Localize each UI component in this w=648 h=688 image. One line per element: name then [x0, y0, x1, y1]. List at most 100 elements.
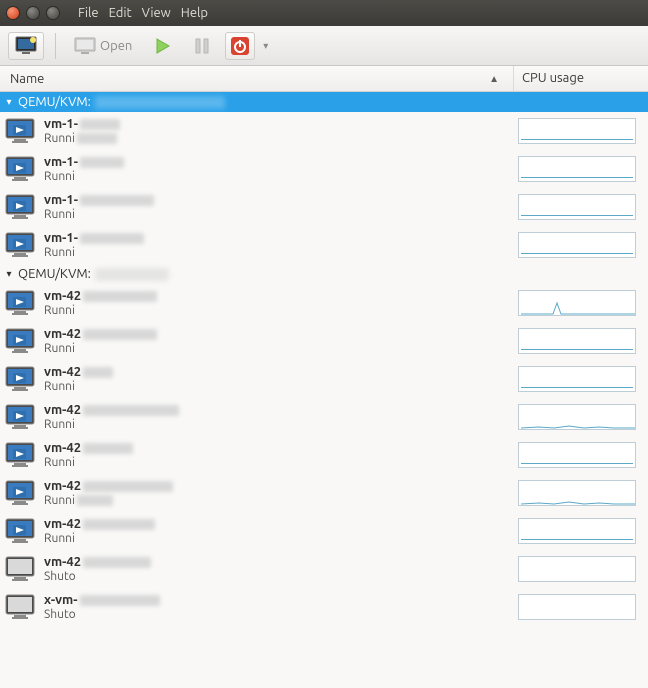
- vm-shutoff-icon: [4, 555, 36, 583]
- vm-running-icon: [4, 403, 36, 431]
- open-label: Open: [100, 39, 132, 53]
- vm-running-icon: [4, 155, 36, 183]
- vm-running-icon: [4, 327, 36, 355]
- vm-running-icon: [4, 231, 36, 259]
- vm-name-redacted: [83, 443, 133, 454]
- vm-row[interactable]: vm-42 Runni: [0, 436, 648, 474]
- connection-row[interactable]: ▾ QEMU/KVM:: [0, 264, 648, 284]
- vm-row[interactable]: vm-1- Runni: [0, 150, 648, 188]
- pause-button[interactable]: [187, 32, 217, 60]
- menubar: File Edit View Help: [78, 6, 208, 20]
- vm-name-label: vm-42: [44, 289, 81, 304]
- vm-row[interactable]: vm-42 Runni: [0, 360, 648, 398]
- menu-help[interactable]: Help: [181, 6, 208, 20]
- vm-name-label: vm-42: [44, 327, 81, 342]
- vm-state-label: Runni: [44, 494, 75, 508]
- connection-label: QEMU/KVM:: [18, 267, 91, 281]
- toolbar: Open ▾: [0, 26, 648, 66]
- open-button[interactable]: Open: [67, 32, 139, 60]
- vm-state-label: Runni: [44, 456, 75, 470]
- column-name-label: Name: [10, 72, 44, 86]
- vm-row[interactable]: vm-42 Runni: [0, 512, 648, 550]
- menu-edit[interactable]: Edit: [109, 6, 132, 20]
- vm-state-redacted: [77, 495, 113, 506]
- vm-state-label: Shuto: [44, 570, 76, 584]
- vm-running-icon: [4, 193, 36, 221]
- window-titlebar: File Edit View Help: [0, 0, 648, 26]
- toolbar-separator: [55, 33, 56, 59]
- vm-row[interactable]: x-vm- Shuto: [0, 588, 648, 626]
- vm-row[interactable]: vm-1- Runni: [0, 188, 648, 226]
- vm-name-label: vm-42: [44, 365, 81, 380]
- monitor-icon: [74, 37, 96, 55]
- vm-name-label: vm-42: [44, 441, 81, 456]
- cpu-usage-graph: [518, 594, 648, 620]
- vm-name-redacted: [83, 367, 113, 378]
- vm-running-icon: [4, 479, 36, 507]
- column-cpu[interactable]: CPU usage: [513, 66, 648, 91]
- run-button[interactable]: [147, 32, 179, 60]
- vm-name-redacted: [80, 119, 120, 130]
- sort-indicator-icon: ▲: [489, 73, 503, 85]
- power-icon: [230, 36, 250, 56]
- vm-state-label: Runni: [44, 304, 75, 318]
- cpu-usage-graph: [518, 366, 648, 392]
- vm-name-redacted: [80, 595, 160, 606]
- vm-name-label: vm-42: [44, 555, 81, 570]
- vm-name-redacted: [83, 519, 155, 530]
- vm-name-label: vm-42: [44, 403, 81, 418]
- cpu-usage-graph: [518, 232, 648, 258]
- vm-name-redacted: [80, 157, 124, 168]
- vm-row[interactable]: vm-42 Runni: [0, 474, 648, 512]
- menu-view[interactable]: View: [142, 6, 171, 20]
- vm-name-redacted: [83, 291, 157, 302]
- cpu-usage-graph: [518, 442, 648, 468]
- vm-name-label: vm-1-: [44, 231, 78, 246]
- vm-state-label: Runni: [44, 380, 75, 394]
- vm-state-label: Runni: [44, 246, 75, 260]
- vm-state-redacted: [77, 133, 117, 144]
- cpu-usage-graph: [518, 328, 648, 354]
- shutdown-menu-arrow[interactable]: ▾: [263, 40, 268, 52]
- vm-state-label: Runni: [44, 208, 75, 222]
- window-maximize-button[interactable]: [46, 6, 60, 20]
- vm-state-label: Runni: [44, 170, 75, 184]
- connection-label: QEMU/KVM:: [18, 95, 91, 109]
- vm-running-icon: [4, 365, 36, 393]
- vm-row[interactable]: vm-42 Runni: [0, 284, 648, 322]
- shutdown-button[interactable]: [225, 32, 255, 60]
- vm-running-icon: [4, 117, 36, 145]
- vm-row[interactable]: vm-42 Runni: [0, 398, 648, 436]
- vm-state-label: Runni: [44, 132, 75, 146]
- vm-name-redacted: [80, 195, 154, 206]
- cpu-usage-graph: [518, 194, 648, 220]
- connection-host-redacted: [95, 96, 225, 109]
- play-icon: [154, 37, 172, 55]
- window-close-button[interactable]: [6, 6, 20, 20]
- cpu-usage-graph: [518, 156, 648, 182]
- expand-toggle-icon[interactable]: ▾: [4, 268, 14, 280]
- vm-running-icon: [4, 441, 36, 469]
- vm-state-label: Runni: [44, 342, 75, 356]
- vm-row[interactable]: vm-42 Shuto: [0, 550, 648, 588]
- cpu-usage-graph: [518, 480, 648, 506]
- connection-row[interactable]: ▾ QEMU/KVM:: [0, 92, 648, 112]
- vm-row[interactable]: vm-1- Runni: [0, 226, 648, 264]
- vm-running-icon: [4, 517, 36, 545]
- vm-tree[interactable]: ▾ QEMU/KVM: vm-1- Runni: [0, 92, 648, 688]
- vm-name-label: x-vm-: [44, 593, 78, 608]
- cpu-usage-graph: [518, 404, 648, 430]
- window-minimize-button[interactable]: [26, 6, 40, 20]
- menu-file[interactable]: File: [78, 6, 99, 20]
- cpu-usage-graph: [518, 290, 648, 316]
- vm-row[interactable]: vm-1- Runni: [0, 112, 648, 150]
- column-name[interactable]: Name ▲: [0, 66, 513, 91]
- new-vm-button[interactable]: [8, 32, 44, 60]
- vm-name-redacted: [83, 481, 173, 492]
- vm-name-redacted: [80, 233, 144, 244]
- expand-toggle-icon[interactable]: ▾: [4, 96, 14, 108]
- vm-name-label: vm-1-: [44, 117, 78, 132]
- vm-row[interactable]: vm-42 Runni: [0, 322, 648, 360]
- vm-state-label: Shuto: [44, 608, 76, 622]
- cpu-usage-graph: [518, 118, 648, 144]
